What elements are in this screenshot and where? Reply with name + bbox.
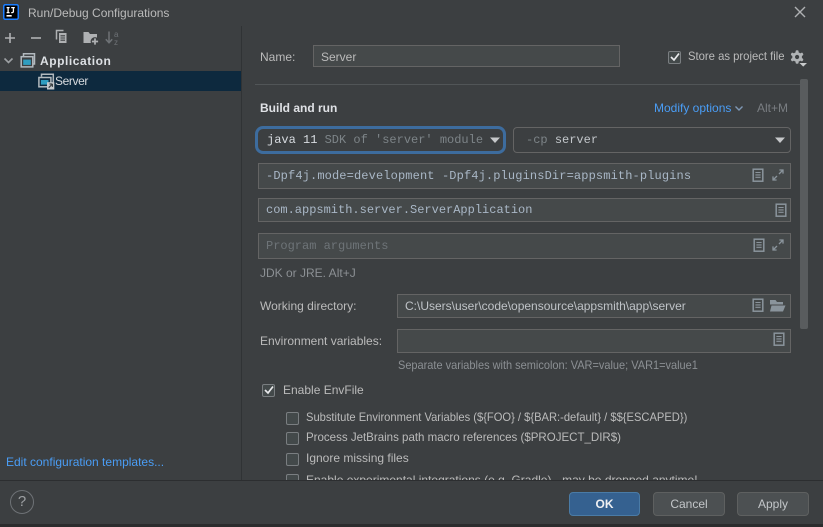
svg-text:z: z xyxy=(114,38,118,46)
